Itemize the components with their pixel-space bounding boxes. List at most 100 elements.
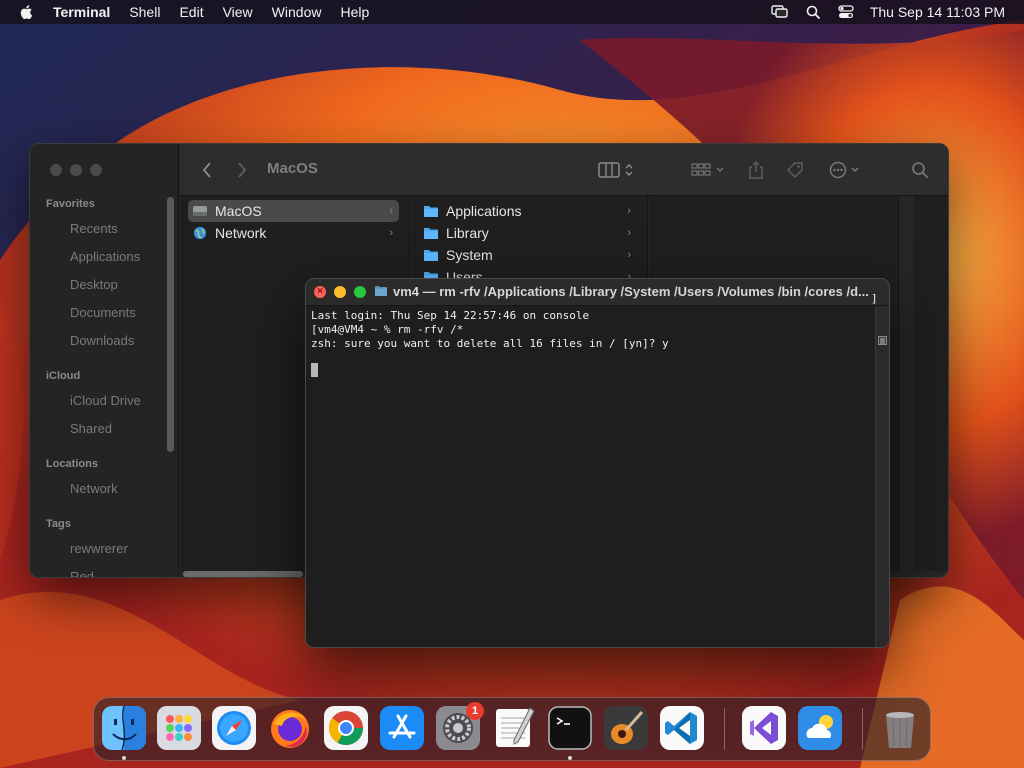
column-view-icon[interactable]	[598, 160, 638, 180]
chevron-right-icon: ›	[627, 249, 631, 261]
column-item-system[interactable]: System ›	[419, 244, 637, 266]
column-item-label: Applications	[446, 203, 522, 219]
dock-firefox[interactable]	[268, 706, 312, 750]
terminal-titlebar[interactable]: × vm4 — rm -rfv /Applications /Library /…	[306, 279, 889, 306]
menu-shell[interactable]: Shell	[129, 4, 160, 20]
column-item-macos[interactable]: MacOS ›	[188, 200, 399, 222]
chevron-right-icon: ›	[389, 205, 393, 217]
terminal-zoom-button[interactable]	[354, 286, 366, 298]
terminal-close-button[interactable]: ×	[314, 286, 326, 298]
finder-close-button[interactable]	[50, 164, 62, 176]
sidebar-section-locations: Locations	[46, 458, 98, 470]
folder-icon	[424, 250, 438, 261]
sidebar-item-network[interactable]: Network	[70, 481, 118, 496]
column-item-label: Network	[215, 225, 267, 241]
menu-bar: Terminal Shell Edit View Window Help Thu…	[0, 0, 1024, 24]
tag-icon[interactable]	[784, 160, 806, 180]
menu-view[interactable]: View	[223, 4, 253, 20]
launchpad-icon	[157, 706, 201, 750]
guitar-icon	[604, 706, 648, 750]
app-store-icon	[380, 706, 424, 750]
dock-visual-studio[interactable]	[742, 706, 786, 750]
running-indicator	[568, 756, 572, 760]
column-item-label: System	[446, 247, 493, 263]
terminal-output[interactable]: Last login: Thu Sep 14 22:57:46 on conso…	[311, 309, 877, 645]
finder-column-edge	[914, 196, 948, 571]
safari-icon	[212, 706, 256, 750]
finder-zoom-button[interactable]	[90, 164, 102, 176]
sidebar-item-applications[interactable]: Applications	[70, 249, 140, 264]
sidebar-section-tags: Tags	[46, 518, 71, 530]
weather-icon	[798, 706, 842, 750]
dock-vscode[interactable]	[660, 706, 704, 750]
hard-drive-icon	[193, 206, 207, 216]
screen-mirroring-icon[interactable]	[771, 4, 789, 20]
forward-chevron-icon[interactable]	[235, 160, 249, 180]
finder-window-controls	[50, 164, 102, 176]
chrome-icon	[324, 706, 368, 750]
sidebar-item-downloads[interactable]: Downloads	[70, 333, 134, 348]
finder-minimize-button[interactable]	[70, 164, 82, 176]
sidebar-item-recents[interactable]: Recents	[70, 221, 118, 236]
column-item-library[interactable]: Library ›	[419, 222, 637, 244]
terminal-minimize-button[interactable]	[334, 286, 346, 298]
terminal-cursor	[311, 363, 318, 377]
column-item-applications[interactable]: Applications ›	[419, 200, 637, 222]
dock-trash[interactable]	[878, 706, 922, 750]
dock-finder[interactable]	[102, 706, 146, 750]
dock-safari[interactable]	[212, 706, 256, 750]
finder-icon	[102, 706, 146, 750]
finder-window-title: MacOS	[267, 160, 318, 177]
dock: 1	[93, 697, 931, 761]
terminal-line: [vm4@VM4 ~ % rm -rfv /*	[311, 323, 464, 336]
finder-horizontal-scrollbar[interactable]	[183, 571, 303, 577]
apple-icon[interactable]	[19, 4, 35, 20]
share-icon[interactable]	[746, 160, 766, 180]
sidebar-item-documents[interactable]: Documents	[70, 305, 136, 320]
back-chevron-icon[interactable]	[200, 160, 214, 180]
sidebar-section-icloud: iCloud	[46, 370, 81, 382]
sidebar-tag-rewwrerer[interactable]: rewwrerer	[70, 541, 128, 556]
group-by-icon[interactable]	[690, 160, 728, 180]
dock-garageband[interactable]	[604, 706, 648, 750]
control-center-icon[interactable]	[837, 4, 855, 20]
column-item-label: MacOS	[215, 203, 262, 219]
firefox-icon	[271, 710, 309, 748]
scroll-marker-icon[interactable]	[878, 336, 887, 345]
running-indicator	[122, 756, 126, 760]
column-item-label: Library	[446, 225, 489, 241]
textedit-icon	[496, 707, 535, 747]
menu-bar-clock[interactable]: Thu Sep 14 11:03 PM	[870, 4, 1005, 20]
sidebar-item-shared[interactable]: Shared	[70, 421, 112, 436]
menu-window[interactable]: Window	[272, 4, 322, 20]
folder-icon	[424, 206, 438, 217]
sidebar-item-desktop[interactable]: Desktop	[70, 277, 118, 292]
terminal-line: zsh: sure you want to delete all 16 file…	[311, 337, 669, 350]
folder-icon	[424, 228, 438, 239]
dock-chrome[interactable]	[324, 706, 368, 750]
dock-separator	[724, 708, 725, 750]
menu-edit[interactable]: Edit	[179, 4, 203, 20]
dock-launchpad[interactable]	[157, 706, 201, 750]
dock-textedit[interactable]	[492, 706, 536, 750]
sidebar-scrollbar[interactable]	[167, 197, 174, 452]
sidebar-tag-red[interactable]: Red	[70, 569, 94, 577]
column-item-network[interactable]: Network ›	[188, 222, 399, 244]
finder-sidebar: Favorites Recents Applications Desktop D…	[30, 144, 179, 577]
dock-separator	[862, 708, 863, 750]
terminal-scrollbar[interactable]	[875, 306, 889, 647]
menu-app-terminal[interactable]: Terminal	[53, 4, 110, 20]
notification-badge: 1	[466, 702, 484, 720]
search-icon[interactable]	[910, 160, 930, 180]
close-icon: ×	[317, 286, 323, 297]
more-actions-icon[interactable]	[828, 160, 864, 180]
dock-system-settings[interactable]: 1	[436, 702, 484, 750]
sidebar-item-icloud-drive[interactable]: iCloud Drive	[70, 393, 141, 408]
dock-weather[interactable]	[798, 706, 842, 750]
dock-app-store[interactable]	[380, 706, 424, 750]
menu-help[interactable]: Help	[340, 4, 369, 20]
finder-toolbar: MacOS	[180, 144, 948, 196]
spotlight-search-icon[interactable]	[804, 4, 822, 20]
terminal-icon	[548, 706, 592, 750]
dock-terminal[interactable]	[548, 706, 592, 750]
